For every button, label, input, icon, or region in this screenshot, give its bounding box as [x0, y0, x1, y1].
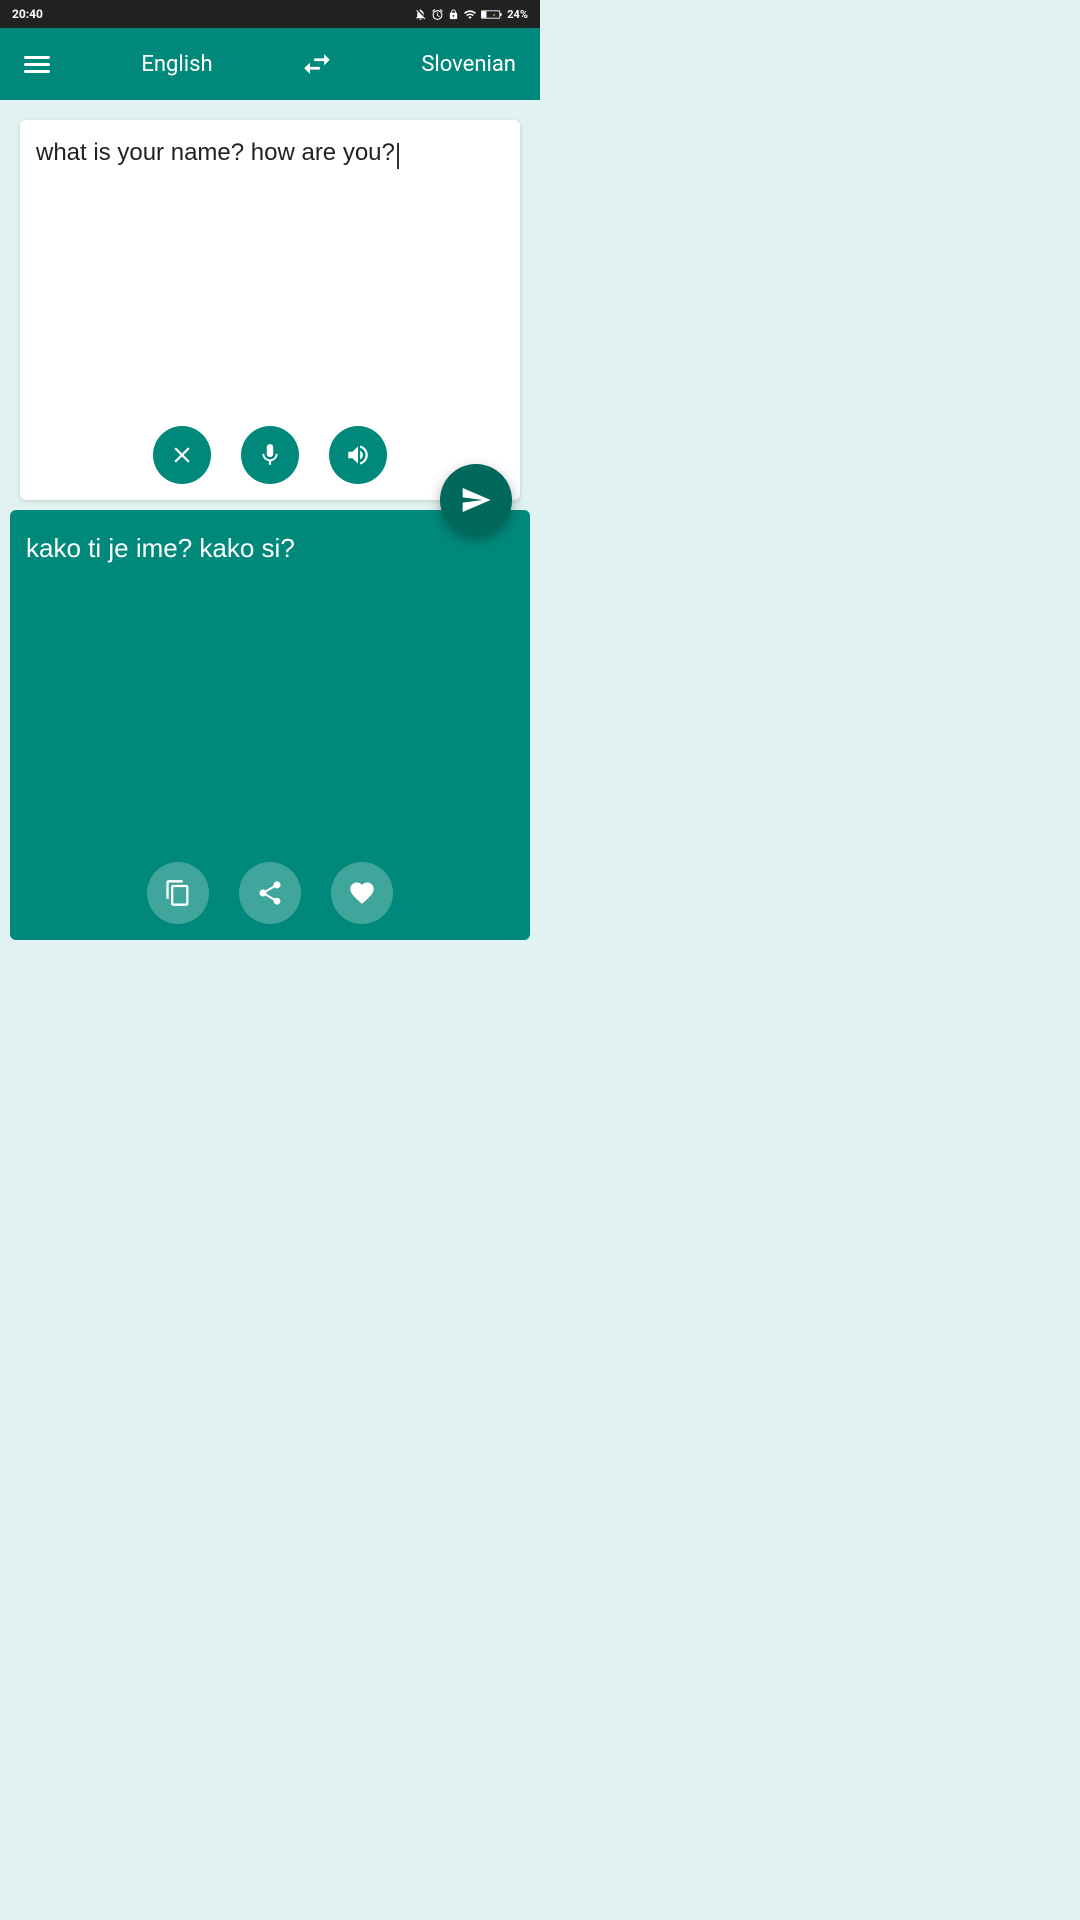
- send-icon: [460, 484, 492, 516]
- clear-button[interactable]: [153, 426, 211, 484]
- status-icons: 24%: [414, 8, 528, 21]
- mic-icon: [257, 442, 283, 468]
- hamburger-icon: [24, 56, 50, 59]
- output-controls: [26, 862, 514, 924]
- output-card: kako ti je ime? kako si?: [10, 510, 530, 940]
- alarm-icon: [431, 8, 444, 21]
- battery-icon: [481, 8, 503, 21]
- translate-button[interactable]: [440, 464, 512, 536]
- swap-languages-button[interactable]: [300, 47, 334, 81]
- hamburger-icon: [24, 70, 50, 73]
- text-cursor: [397, 143, 399, 169]
- header: English Slovenian: [0, 28, 540, 100]
- menu-button[interactable]: [24, 56, 54, 73]
- lock-icon: [448, 8, 459, 21]
- x-icon: [169, 442, 195, 468]
- copy-button[interactable]: [147, 862, 209, 924]
- hamburger-icon: [24, 63, 50, 66]
- microphone-button[interactable]: [241, 426, 299, 484]
- target-language[interactable]: Slovenian: [421, 52, 516, 77]
- status-time: 20:40: [12, 7, 43, 21]
- battery-percent: 24%: [507, 8, 528, 21]
- output-text: kako ti je ime? kako si?: [26, 533, 295, 563]
- source-language[interactable]: English: [141, 52, 212, 77]
- main-content: what is your name? how are you?: [0, 100, 540, 960]
- speaker-button[interactable]: [329, 426, 387, 484]
- input-text: what is your name? how are you?: [36, 139, 395, 166]
- status-bar: 20:40 24%: [0, 0, 540, 28]
- signal-icon: [463, 8, 477, 21]
- speaker-icon: [345, 442, 371, 468]
- input-controls: [36, 426, 504, 484]
- share-icon: [256, 879, 284, 907]
- heart-icon: [348, 879, 376, 907]
- share-button[interactable]: [239, 862, 301, 924]
- swap-icon: [300, 47, 334, 81]
- mute-icon: [414, 8, 427, 21]
- favorite-button[interactable]: [331, 862, 393, 924]
- copy-icon: [164, 879, 192, 907]
- input-card: what is your name? how are you?: [20, 120, 520, 500]
